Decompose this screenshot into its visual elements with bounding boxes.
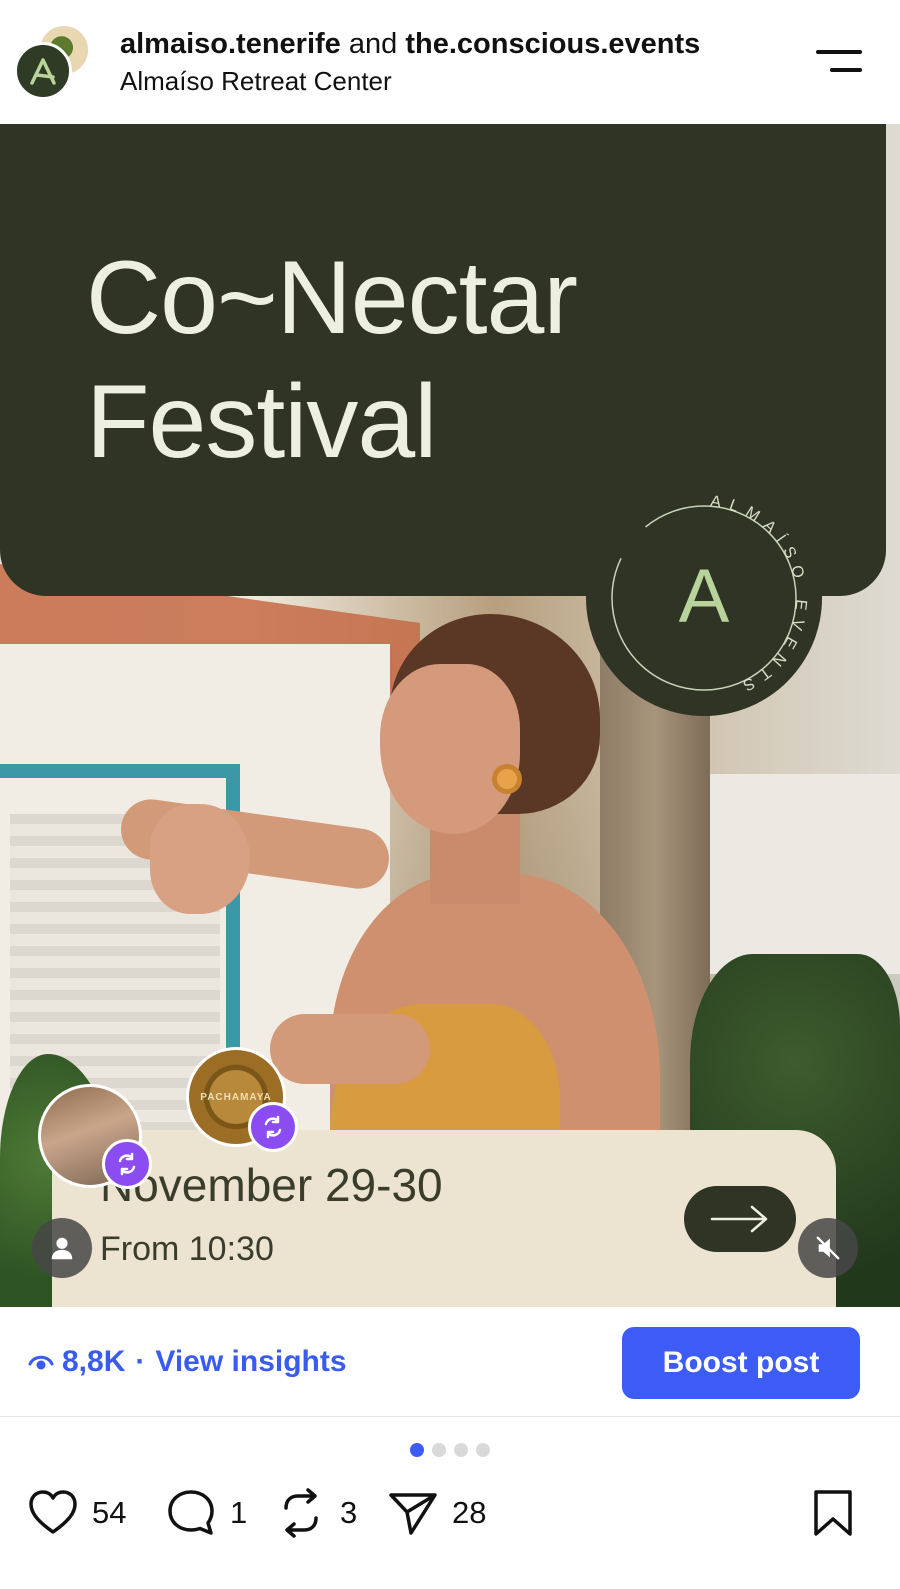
comment-button[interactable]: 1 <box>164 1486 247 1540</box>
event-info-card: November 29-30 From 10:30 <box>52 1130 836 1307</box>
author-connector: and <box>348 28 398 60</box>
repost-count: 3 <box>340 1495 358 1530</box>
menu-icon[interactable] <box>812 44 862 80</box>
photo-house <box>700 774 900 974</box>
repost-icon <box>248 1102 298 1152</box>
post-media[interactable]: Co~Nectar Festival ALMAÍSO EVENTS A Nove… <box>0 124 900 1307</box>
share-icon <box>389 1493 437 1535</box>
eye-icon <box>28 1355 54 1370</box>
like-count: 54 <box>92 1495 127 1530</box>
separator: · <box>135 1345 146 1378</box>
share-count: 28 <box>452 1495 487 1530</box>
heart-icon <box>29 1490 77 1534</box>
repost-button[interactable]: 3 <box>274 1486 357 1540</box>
author-avatars[interactable] <box>14 24 94 104</box>
photo-dancer-forearm <box>270 1014 430 1084</box>
mute-icon[interactable] <box>798 1218 858 1278</box>
badge-letter: A <box>679 554 730 639</box>
location-label[interactable]: Almaíso Retreat Center <box>120 66 392 97</box>
almaiso-logo-icon <box>30 58 56 85</box>
carousel-indicator <box>0 1443 900 1459</box>
bookmark-icon <box>814 1490 852 1536</box>
carousel-dot <box>476 1443 490 1457</box>
pachamaya-label: PACHAMAYA <box>200 1091 272 1103</box>
comment-icon <box>168 1490 214 1535</box>
like-button[interactable]: 54 <box>26 1486 126 1540</box>
photo-dancer-face <box>380 664 520 834</box>
comment-count: 1 <box>230 1495 248 1530</box>
arrow-right-icon[interactable] <box>684 1186 796 1252</box>
repost-icon <box>102 1139 152 1189</box>
author-names: almaiso.tenerife and the.conscious.event… <box>120 28 700 61</box>
carousel-dot <box>410 1443 424 1457</box>
share-button[interactable]: 28 <box>386 1486 486 1540</box>
insights-summary[interactable]: 8,8K · View insights <box>28 1345 347 1379</box>
view-count: 8,8K <box>62 1345 126 1378</box>
photo-earring <box>492 764 522 794</box>
user-tag-icon[interactable] <box>32 1218 92 1278</box>
author-1-link[interactable]: almaiso.tenerife <box>120 28 341 60</box>
save-button[interactable] <box>806 1486 860 1540</box>
author-2-link[interactable]: the.conscious.events <box>405 28 700 60</box>
carousel-dot <box>432 1443 446 1457</box>
author-avatar[interactable] <box>14 42 72 100</box>
insights-bar: 8,8K · View insights Boost post <box>0 1307 900 1417</box>
carousel-dot <box>454 1443 468 1457</box>
repost-icon <box>284 1488 318 1538</box>
festival-title: Co~Nectar Festival <box>86 240 578 480</box>
action-bar: 54 1 3 28 <box>0 1480 900 1550</box>
almaiso-events-badge: ALMAÍSO EVENTS A <box>586 480 822 716</box>
photo-dancer-hand <box>150 804 250 914</box>
boost-post-button[interactable]: Boost post <box>622 1327 860 1399</box>
event-time: From 10:30 <box>100 1230 274 1268</box>
post-header: almaiso.tenerife and the.conscious.event… <box>0 0 900 124</box>
view-insights-link[interactable]: View insights <box>155 1345 346 1379</box>
